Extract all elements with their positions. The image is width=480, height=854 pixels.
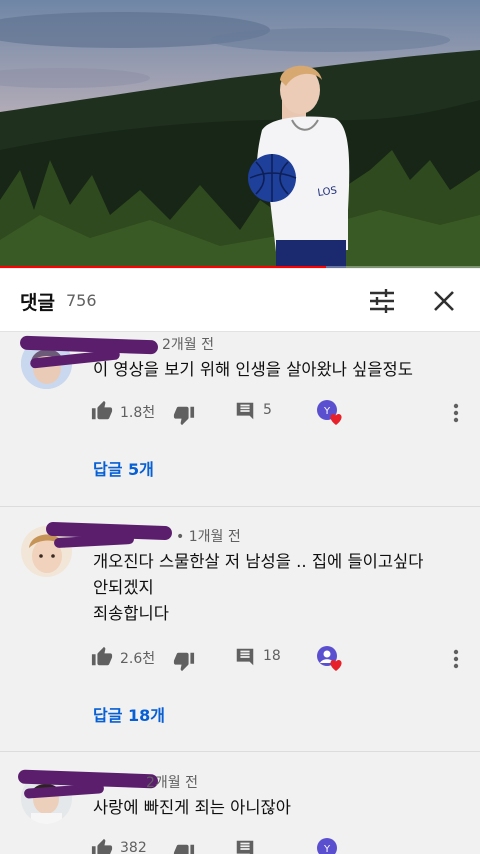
comment-text-line: 죄송합니다 <box>93 604 169 623</box>
comment-icon[interactable] <box>234 838 256 854</box>
video-player[interactable]: LOS <box>0 0 480 268</box>
close-icon <box>434 291 454 311</box>
comment-text: 이 영상을 보기 위해 인생을 살아왔나 싶을정도 <box>93 357 413 383</box>
creator-heart-icon: Y <box>317 400 342 425</box>
svg-text:Y: Y <box>323 406 331 417</box>
close-comments-button[interactable] <box>428 285 460 317</box>
comments-header: 댓글 756 <box>0 269 480 332</box>
comment-time: 2개월 전 <box>162 337 214 353</box>
comment-actions: 1.8천 5 Y <box>0 398 480 428</box>
video-progress-fill <box>0 266 327 268</box>
thumb-down-icon[interactable] <box>173 404 195 426</box>
comments-count: 756 <box>66 291 97 310</box>
comment-item: 2개월 전 이 영상을 보기 위해 인생을 살아왔나 싶을정도 1.8천 5 Y… <box>0 332 480 506</box>
like-count: 2.6천 <box>120 651 156 667</box>
comment-text-line: 사랑에 빠진게 죄는 아니잖아 <box>93 798 291 817</box>
comment-text-line: 개오진다 스물한살 저 남성을 .. 집에 들이고싶다 <box>93 552 424 571</box>
thumb-down-icon[interactable] <box>173 650 195 672</box>
thumb-up-icon[interactable] <box>91 838 113 854</box>
comment-text: 사랑에 빠진게 죄는 아니잖아 <box>93 795 291 821</box>
view-replies-link[interactable]: 답글 18개 <box>93 702 165 726</box>
comment-text-line: 이 영상을 보기 위해 인생을 살아왔나 싶을정도 <box>93 360 413 379</box>
svg-text:Y: Y <box>323 844 331 854</box>
video-progress-bar[interactable] <box>0 266 480 268</box>
sort-comments-button[interactable] <box>366 286 398 316</box>
comment-icon[interactable] <box>234 646 256 668</box>
comment-icon[interactable] <box>234 400 256 422</box>
comment-actions: 2.6천 18 <box>0 644 480 674</box>
comment-item: 2개월 전 사랑에 빠진게 죄는 아니잖아 382 Y <box>0 752 480 854</box>
thumb-down-icon[interactable] <box>173 842 195 854</box>
like-count: 1.8천 <box>120 405 156 421</box>
view-replies-link[interactable]: 답글 5개 <box>93 456 154 480</box>
more-vert-icon[interactable] <box>446 401 466 425</box>
reply-count: 18 <box>263 648 281 664</box>
comment-time: 2개월 전 <box>146 775 198 791</box>
thumb-up-icon[interactable] <box>91 400 113 422</box>
tune-icon <box>370 289 394 313</box>
comment-actions: 382 Y <box>0 836 480 854</box>
creator-heart-icon: Y <box>317 838 337 854</box>
comment-text-line: 안되겠지 <box>93 578 154 597</box>
reply-count: 5 <box>263 402 272 418</box>
comment-text: 개오진다 스물한살 저 남성을 .. 집에 들이고싶다 안되겠지 죄송합니다 <box>93 549 423 627</box>
comments-title: 댓글 <box>20 292 55 314</box>
video-frame: LOS <box>0 0 480 268</box>
creator-heart-icon <box>317 646 342 671</box>
comment-item: • 1개월 전 개오진다 스물한살 저 남성을 .. 집에 들이고싶다 안되겠지… <box>0 507 480 751</box>
more-vert-icon[interactable] <box>446 647 466 671</box>
comment-time: • 1개월 전 <box>176 529 241 545</box>
thumb-up-icon[interactable] <box>91 646 113 668</box>
like-count: 382 <box>120 840 147 854</box>
